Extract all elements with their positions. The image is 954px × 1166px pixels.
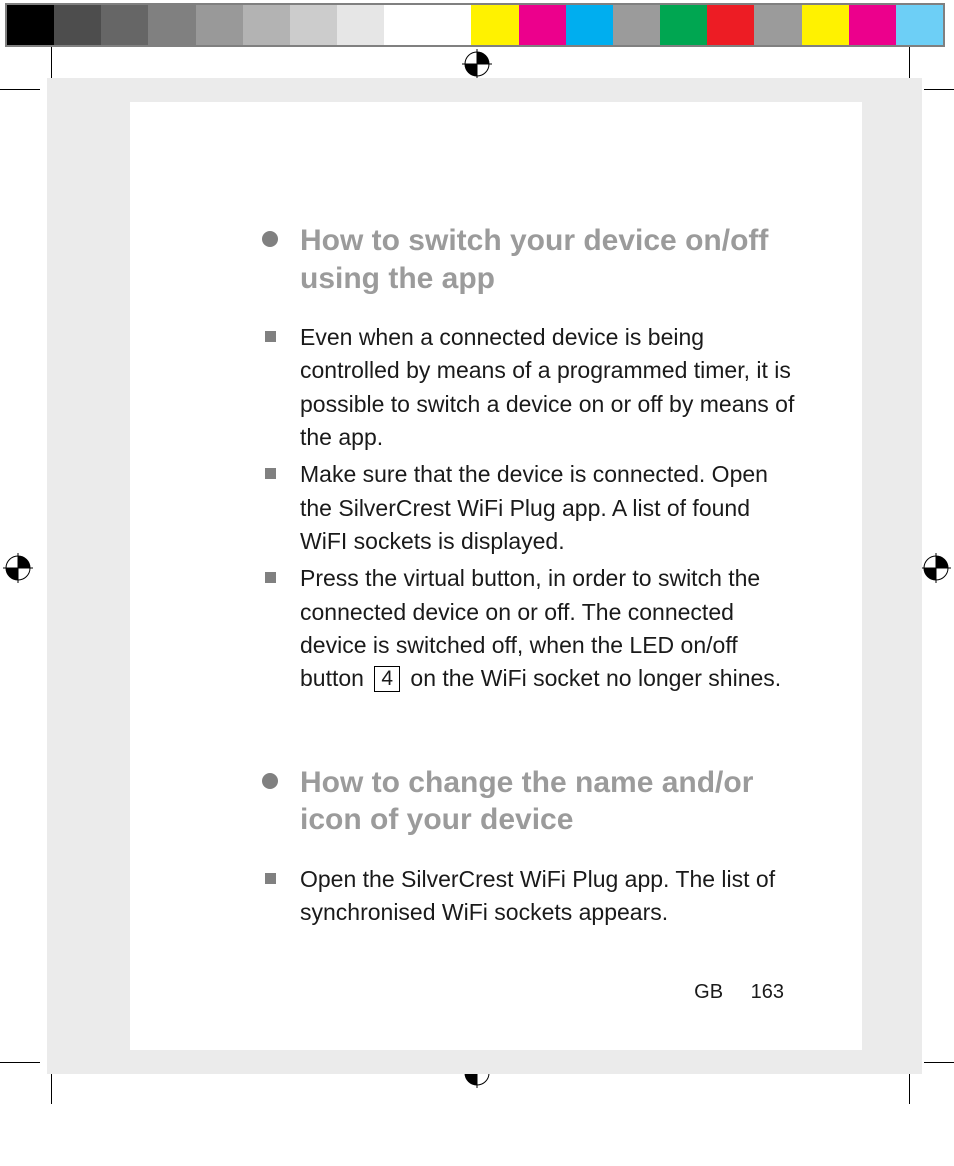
color-swatch [471, 5, 518, 45]
list-item: Press the virtual button, in order to sw… [300, 562, 802, 695]
country-code: GB [694, 981, 723, 1003]
crop-mark [924, 89, 954, 90]
color-swatch [849, 5, 896, 45]
color-swatch [754, 5, 801, 45]
color-swatch [660, 5, 707, 45]
page-footer: GB 163 [694, 981, 784, 1004]
manual-page: Use How to switch your device on/off usi… [0, 0, 954, 1166]
color-swatch [519, 5, 566, 45]
color-swatch [7, 5, 54, 45]
color-swatch [148, 5, 195, 45]
color-swatch [54, 5, 101, 45]
page-body: How to switch your device on/off using t… [260, 204, 802, 975]
list-item: Even when a connected device is being co… [300, 321, 802, 454]
crop-mark [0, 1062, 40, 1063]
bullet-list: Even when a connected device is being co… [300, 321, 802, 696]
color-swatch [613, 5, 660, 45]
section-title: How to switch your device on/off using t… [300, 222, 802, 297]
list-item: Open the SilverCrest WiFi Plug app. The … [300, 863, 802, 930]
bullet-list: Open the SilverCrest WiFi Plug app. The … [300, 863, 802, 930]
section-title: How to change the name and/or icon of yo… [300, 764, 802, 839]
color-swatch [707, 5, 754, 45]
keycap-icon: 4 [374, 666, 400, 692]
color-swatch [196, 5, 243, 45]
registration-mark-icon [921, 553, 951, 583]
page-number: 163 [751, 981, 784, 1003]
color-swatch [243, 5, 290, 45]
color-swatch [290, 5, 337, 45]
crop-mark [0, 89, 40, 90]
crop-mark [924, 1062, 954, 1063]
color-calibration-bar [5, 3, 945, 47]
color-swatch [802, 5, 849, 45]
list-item-text: on the WiFi socket no longer shines. [404, 665, 781, 691]
color-swatch [384, 5, 431, 45]
page-content: How to switch your device on/off using t… [130, 102, 862, 1050]
color-swatch [101, 5, 148, 45]
color-swatch [337, 5, 384, 45]
color-swatch [896, 5, 943, 45]
list-item: Make sure that the device is connected. … [300, 458, 802, 558]
page-sheet: Use How to switch your device on/off usi… [47, 78, 922, 1074]
registration-mark-icon [462, 49, 492, 79]
registration-mark-icon [3, 553, 33, 583]
color-swatch [566, 5, 613, 45]
